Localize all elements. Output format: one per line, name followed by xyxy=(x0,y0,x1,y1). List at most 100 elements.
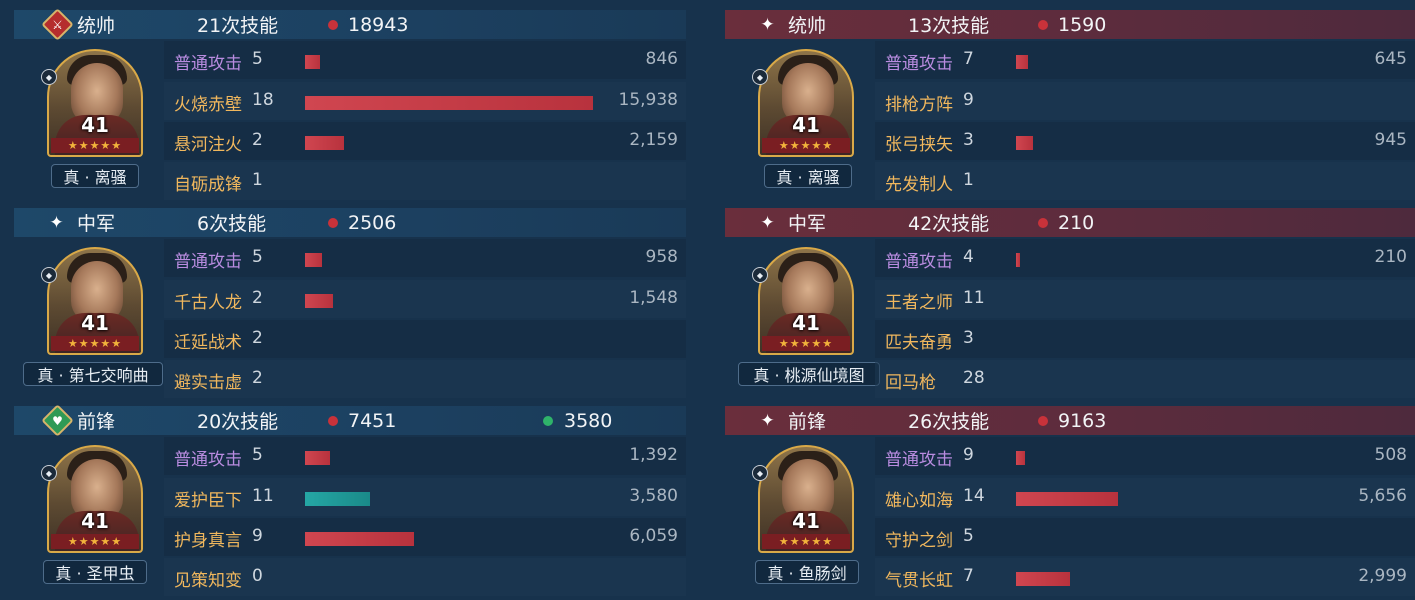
damage-total: 1590 xyxy=(1058,13,1107,36)
skill-uses: 18 xyxy=(252,90,274,110)
damage-total: 2506 xyxy=(348,211,397,234)
skill-name: 见策知变 xyxy=(174,571,242,591)
hero-block: ♥ 前锋 20次技能 7451 3580 41 ★★★★★ ◆ 真 · 圣甲虫 普通攻击 5 1,39… xyxy=(14,396,686,596)
team-left-panel: ⚔ 统帅 21次技能 18943 41 ★★★★★ ◆ 真 · 离骚 普通攻击 5 846 火烧赤壁 1… xyxy=(14,0,686,600)
unit-type-icon: ◆ xyxy=(41,69,57,85)
star-rating: ★★★★★ xyxy=(762,336,850,351)
damage-dot-icon xyxy=(1038,218,1048,228)
star-rating: ★★★★★ xyxy=(51,336,139,351)
star-icons: ★★★★★ xyxy=(67,139,123,152)
star-icons: ★★★★★ xyxy=(778,337,834,350)
skill-name: 千古人龙 xyxy=(174,293,242,313)
damage-bar xyxy=(305,96,593,110)
skill-name: 普通攻击 xyxy=(174,450,242,470)
damage-bar xyxy=(305,492,370,506)
skill-name: 普通攻击 xyxy=(174,252,242,272)
skill-name: 自砺成锋 xyxy=(174,175,242,195)
unit-type-icon: ◆ xyxy=(41,267,57,283)
sparkle-icon: ✦ xyxy=(760,14,775,35)
damage-bar xyxy=(1016,492,1118,506)
damage-bar xyxy=(1016,451,1025,465)
skill-row: 悬河注火 2 2,159 xyxy=(164,122,686,160)
skill-row: 雄心如海 14 5,656 xyxy=(875,478,1415,516)
hero-portrait[interactable]: 41 ★★★★★ ◆ xyxy=(752,49,854,157)
hero-header: ✦ 中军 42次技能 210 xyxy=(725,208,1415,237)
skill-uses: 1 xyxy=(252,170,263,190)
hero-block: ✦ 中军 6次技能 2506 41 ★★★★★ ◆ 真 · 第七交响曲 普通攻击 5 958 千古人龙… xyxy=(14,198,686,398)
skill-damage: 645 xyxy=(1374,49,1407,69)
damage-bar xyxy=(1016,572,1070,586)
gear-name[interactable]: 真 · 离骚 xyxy=(764,164,852,188)
skill-name: 爱护臣下 xyxy=(174,491,242,511)
skill-damage: 958 xyxy=(645,247,678,267)
damage-bar xyxy=(305,55,320,69)
skill-uses: 28 xyxy=(963,368,985,388)
unit-type-icon: ◆ xyxy=(41,465,57,481)
role-label: 中军 xyxy=(77,213,116,235)
damage-bar xyxy=(305,253,322,267)
star-rating: ★★★★★ xyxy=(762,138,850,153)
skill-row: 张弓挟矢 3 945 xyxy=(875,122,1415,160)
skill-damage: 1,548 xyxy=(629,288,678,308)
heart-icon: ♥ xyxy=(52,413,63,428)
gear-name[interactable]: 真 · 圣甲虫 xyxy=(43,560,147,584)
role-label: 前锋 xyxy=(788,411,827,433)
gear-name[interactable]: 真 · 离骚 xyxy=(51,164,139,188)
sparkle-icon: ✦ xyxy=(760,410,775,431)
hero-header: ♥ 前锋 20次技能 7451 3580 xyxy=(14,404,686,437)
skill-uses: 9 xyxy=(963,90,974,110)
skill-uses: 5 xyxy=(252,247,263,267)
skill-uses: 7 xyxy=(963,49,974,69)
skill-uses: 3 xyxy=(963,130,974,150)
skill-name: 普通攻击 xyxy=(885,252,953,272)
skill-uses: 7 xyxy=(963,566,974,586)
hero-portrait[interactable]: 41 ★★★★★ ◆ xyxy=(752,247,854,355)
skill-name: 火烧赤壁 xyxy=(174,95,242,115)
skill-name: 匹夫奋勇 xyxy=(885,333,953,353)
gear-name[interactable]: 真 · 桃源仙境图 xyxy=(738,362,880,386)
skill-damage: 210 xyxy=(1374,247,1407,267)
damage-total: 7451 xyxy=(348,409,397,432)
skill-row: 避实击虚 2 xyxy=(164,360,686,398)
hero-block: ✦ 中军 42次技能 210 41 ★★★★★ ◆ 真 · 桃源仙境图 普通攻击 4 210 王者之师… xyxy=(725,198,1415,398)
skill-row: 先发制人 1 xyxy=(875,162,1415,200)
skill-uses: 3 xyxy=(963,328,974,348)
skill-count: 20次技能 xyxy=(197,411,279,433)
damage-total: 210 xyxy=(1058,211,1095,234)
star-rating: ★★★★★ xyxy=(51,138,139,153)
damage-dot-icon xyxy=(1038,416,1048,426)
portrait-frame: 41 ★★★★★ xyxy=(758,445,854,553)
skill-name: 回马枪 xyxy=(885,373,936,393)
damage-total: 9163 xyxy=(1058,409,1107,432)
skill-name: 普通攻击 xyxy=(174,54,242,74)
skill-row: 普通攻击 7 645 xyxy=(875,41,1415,79)
star-rating: ★★★★★ xyxy=(762,534,850,549)
star-icons: ★★★★★ xyxy=(778,535,834,548)
hero-portrait[interactable]: 41 ★★★★★ ◆ xyxy=(752,445,854,553)
gear-name[interactable]: 真 · 第七交响曲 xyxy=(23,362,163,386)
sparkle-icon: ✦ xyxy=(760,212,775,233)
damage-total: 18943 xyxy=(348,13,409,36)
damage-bar xyxy=(305,532,414,546)
unit-type-icon: ◆ xyxy=(752,465,768,481)
skill-uses: 11 xyxy=(963,288,985,308)
skill-row: 普通攻击 5 846 xyxy=(164,41,686,79)
skill-row: 普通攻击 9 508 xyxy=(875,437,1415,475)
skill-damage: 15,938 xyxy=(618,90,678,110)
hero-portrait[interactable]: 41 ★★★★★ ◆ xyxy=(41,247,143,355)
skill-row: 气贯长虹 7 2,999 xyxy=(875,558,1415,596)
skill-name: 排枪方阵 xyxy=(885,95,953,115)
hero-portrait[interactable]: 41 ★★★★★ ◆ xyxy=(41,445,143,553)
damage-dot-icon xyxy=(328,20,338,30)
hero-portrait[interactable]: 41 ★★★★★ ◆ xyxy=(41,49,143,157)
hero-level: 41 xyxy=(81,509,109,533)
damage-bar xyxy=(1016,55,1028,69)
skill-damage: 1,392 xyxy=(629,445,678,465)
skill-row: 爱护臣下 11 3,580 xyxy=(164,478,686,516)
skill-row: 千古人龙 2 1,548 xyxy=(164,280,686,318)
portrait-frame: 41 ★★★★★ xyxy=(47,247,143,355)
hero-level: 41 xyxy=(792,509,820,533)
skill-uses: 2 xyxy=(252,130,263,150)
gear-name[interactable]: 真 · 鱼肠剑 xyxy=(755,560,859,584)
skill-damage: 3,580 xyxy=(629,486,678,506)
